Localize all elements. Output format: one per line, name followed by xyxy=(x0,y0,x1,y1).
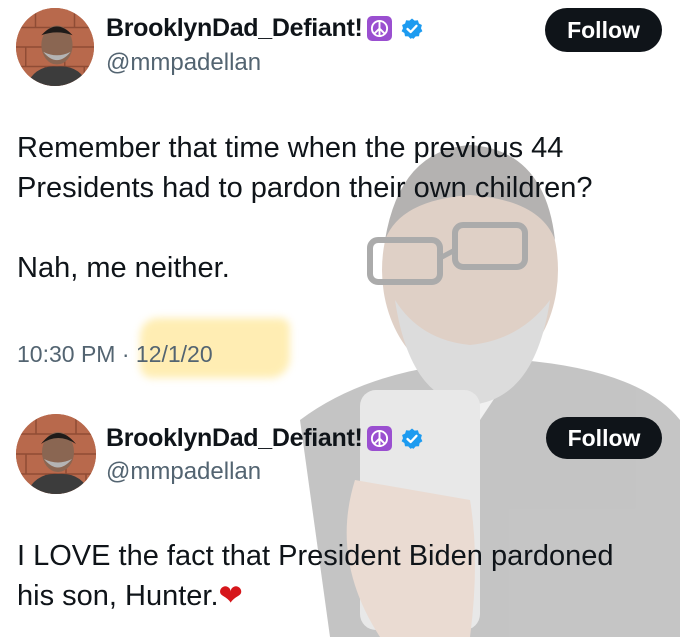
verified-check-icon xyxy=(400,427,424,451)
tweet-text: Remember that time when the previous 44 … xyxy=(17,132,593,284)
peace-symbol-icon xyxy=(366,426,392,451)
tweet-date: 12/1/20 xyxy=(135,341,213,367)
red-heart-icon: ❤ xyxy=(218,580,243,612)
user-handle[interactable]: @mmpadellan xyxy=(106,458,261,486)
follow-button[interactable]: Follow xyxy=(546,417,662,459)
display-name[interactable]: BrooklynDad_Defiant! xyxy=(106,14,363,43)
user-handle[interactable]: @mmpadellan xyxy=(106,49,261,77)
display-name[interactable]: BrooklynDad_Defiant! xyxy=(106,424,363,453)
avatar[interactable] xyxy=(16,8,94,86)
avatar[interactable] xyxy=(16,414,96,494)
tweet-timestamp[interactable]: 10:30 PM · 12/1/20 xyxy=(17,341,213,368)
name-row: BrooklynDad_Defiant! xyxy=(106,424,424,453)
verified-check-icon xyxy=(400,17,424,41)
name-row: BrooklynDad_Defiant! xyxy=(106,14,424,43)
tweet-text-body: I LOVE the fact that President Biden par… xyxy=(17,540,614,612)
follow-button[interactable]: Follow xyxy=(545,8,662,52)
meta-separator: · xyxy=(121,341,130,367)
tweet-time: 10:30 PM xyxy=(17,341,116,367)
tweet-text: I LOVE the fact that President Biden par… xyxy=(17,536,657,616)
peace-symbol-icon xyxy=(366,16,392,41)
